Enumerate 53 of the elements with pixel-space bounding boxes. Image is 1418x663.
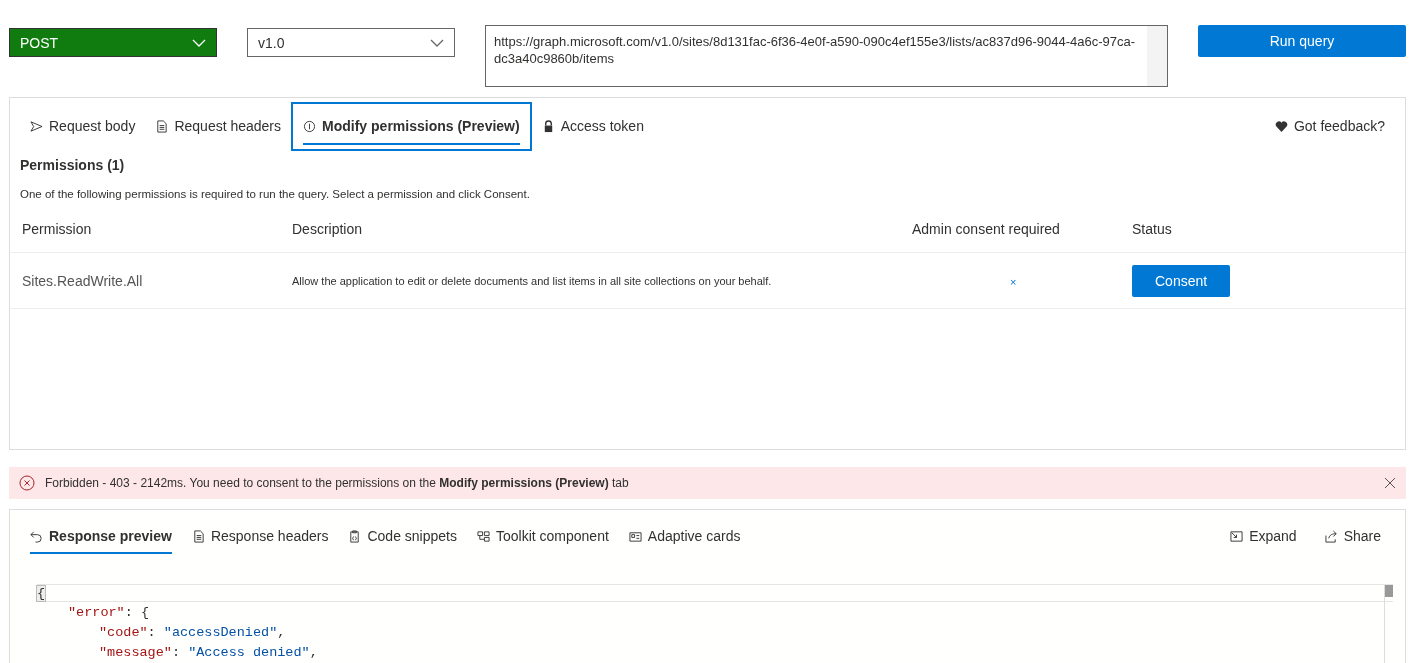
consent-button[interactable]: Consent [1132,264,1231,297]
url-field[interactable]: https://graph.microsoft.com/v1.0/sites/8d131fac-6f36-4e0f-a590-090c4ef155e3/lists/ac837d96-9044-4a6c-97ca-dc3a40c9860b/items [485,25,1168,87]
tab[interactable]: Request body [20,104,146,148]
expand-icon [1230,529,1244,543]
clipboard-code-icon [348,529,362,543]
tab[interactable]: Response preview [20,514,182,558]
feedback-link[interactable]: Got feedback? [1264,104,1395,148]
table-cell: × [1010,275,1017,288]
method-dropdown[interactable]: POST [9,28,217,57]
component-icon [477,529,490,543]
column-header: Description [292,221,363,237]
heart-icon [1274,119,1288,133]
permissions-title: Permissions (1) [19,156,126,173]
chevron-down-icon [430,38,444,47]
code-token: : [171,644,182,660]
run-query-button[interactable]: Run query [1198,25,1406,57]
tab[interactable]: Request headers [145,104,292,148]
table-cell-text: Sites.ReadWrite.All [22,272,144,289]
document-icon [155,119,169,133]
close-icon[interactable] [1384,477,1396,489]
code-token: { [37,585,46,601]
code-token: "Access denied" [188,644,310,660]
code-token: "accessDenied" [163,624,278,640]
column-header: Admin consent required [912,221,1060,237]
error-message: Forbidden - 403 - 2142ms. You need to consent to the permissions on the Modify permissions (Preview) tab [45,476,630,490]
share-button[interactable]: Share [1310,514,1395,558]
tab[interactable]: Response headers [181,514,339,558]
column-header: Permission [22,221,92,237]
version-dropdown[interactable]: v1.0 [247,28,455,57]
code-token: "message" [99,644,172,660]
error-icon [19,475,35,491]
send-icon [30,119,43,133]
undo-arrow-icon [30,529,43,543]
code-token: "code" [99,624,148,640]
code-token: , [277,624,286,640]
table-cell-text: Allow the application to edit or delete documents and list items in all site collections on your behalf. [292,274,773,287]
chevron-down-icon [192,38,206,47]
tab[interactable]: Modify permissions (Preview) [291,101,532,151]
code-token: : { [124,604,150,620]
tab[interactable]: Code snippets [338,514,467,558]
column-header: Status [1132,221,1172,237]
code-token: , [309,644,318,660]
tab[interactable]: Toolkit component [467,514,619,558]
code-token: : [147,624,157,640]
code-token: "error" [68,604,125,620]
tab[interactable]: Access token [531,104,654,148]
tab[interactable]: Adaptive cards [618,514,751,558]
expand-button[interactable]: Expand [1216,514,1311,558]
permissions-note: One of the following permissions is required to run the query. Select a permission and click Consent. [19,187,531,200]
document-icon [191,529,205,543]
share-icon [1324,529,1338,543]
scrollbar[interactable] [1384,585,1393,663]
card-icon [628,529,642,543]
